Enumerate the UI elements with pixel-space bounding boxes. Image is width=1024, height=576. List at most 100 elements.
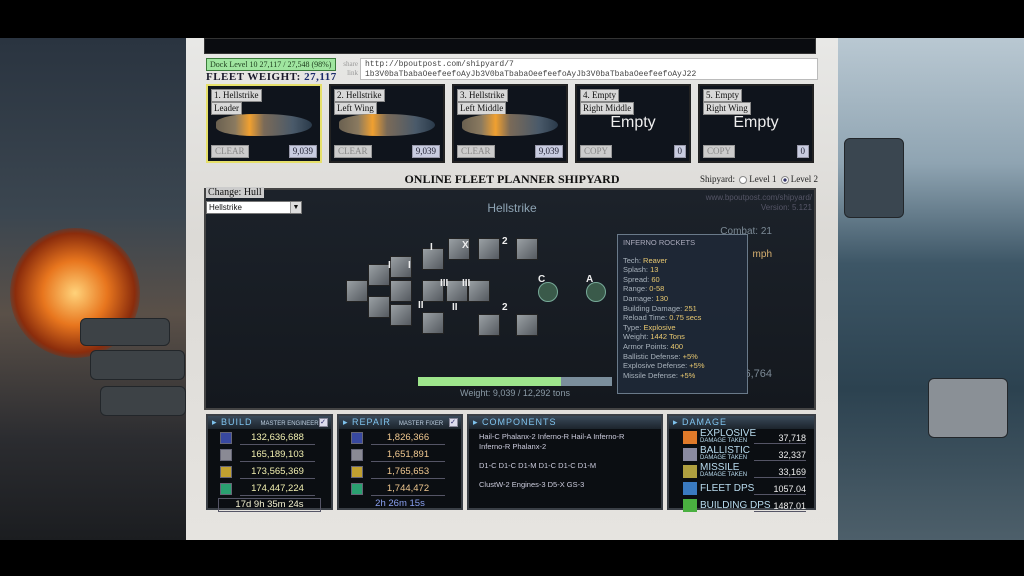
share-link-label: share link bbox=[343, 60, 358, 77]
clear-button[interactable]: CLEAR bbox=[457, 145, 495, 158]
tooltip-key: Missile Defense: bbox=[623, 370, 679, 380]
copy-button[interactable]: COPY bbox=[703, 145, 736, 158]
module-label: 2 bbox=[502, 236, 508, 247]
tooltip-key: Splash: bbox=[623, 265, 649, 275]
tooltip-value: 13 bbox=[650, 265, 659, 275]
tooltip-key: Range: bbox=[623, 284, 648, 294]
tooltip-line: Explosive Defense: +5% bbox=[623, 361, 742, 371]
ship-thumbnail bbox=[216, 114, 312, 136]
fleet-slot[interactable]: 1. Hellstrike Leader CLEAR 9,039 bbox=[206, 84, 322, 163]
repair-value: 1,826,366 bbox=[371, 431, 445, 445]
ship-module[interactable] bbox=[390, 304, 412, 326]
module-label: 2 bbox=[502, 302, 508, 313]
tooltip-line: Spread: 60 bbox=[623, 275, 742, 285]
crystal-icon bbox=[351, 483, 363, 495]
ship-module[interactable] bbox=[478, 314, 500, 336]
components-header: ▸ COMPONENTS bbox=[469, 416, 661, 429]
tooltip-line: Type: Explosive bbox=[623, 323, 742, 333]
tooltip-line: Ballistic Defense: +5% bbox=[623, 352, 742, 362]
share-link-field[interactable]: http://bpoutpost.com/shipyard/7 1b3V0baT… bbox=[360, 58, 818, 80]
ship-module[interactable] bbox=[346, 280, 368, 302]
radio-level-1[interactable] bbox=[739, 175, 748, 184]
tooltip-key: Building Damage: bbox=[623, 303, 683, 313]
tooltip-line: Armor Points: 400 bbox=[623, 342, 742, 352]
empty-label: Empty bbox=[733, 114, 779, 131]
repair-value: 1,651,891 bbox=[371, 448, 445, 462]
tooltip-line: Range: 0-58 bbox=[623, 284, 742, 294]
level-1-label[interactable]: Level 1 bbox=[749, 174, 776, 184]
tooltip-key: Spread: bbox=[623, 274, 650, 284]
ship-module[interactable] bbox=[422, 248, 444, 270]
tooltip-value: 0.75 secs bbox=[669, 313, 702, 323]
slot-name: 5. Empty bbox=[703, 89, 742, 102]
tooltip-key: Ballistic Defense: bbox=[623, 351, 681, 361]
ship-module[interactable] bbox=[422, 312, 444, 334]
build-value: 173,565,369 bbox=[240, 465, 315, 479]
checkbox-master-engineer[interactable]: ✓ bbox=[319, 418, 328, 427]
damage-panel: ▸ DAMAGE EXPLOSIVE DAMAGE TAKEN 37,718 BALL… bbox=[667, 414, 816, 512]
tooltip-value: 400 bbox=[670, 341, 684, 351]
level-2-label[interactable]: Level 2 bbox=[791, 174, 818, 184]
tooltip-key: Type: bbox=[623, 322, 642, 332]
module-label: II bbox=[452, 302, 458, 313]
ship-module[interactable] bbox=[468, 280, 490, 302]
tooltip-value: 60 bbox=[651, 274, 660, 284]
background-right-art bbox=[838, 38, 1024, 540]
fleet-slot[interactable]: 3. Hellstrike Left Middle CLEAR 9,039 bbox=[452, 84, 568, 163]
repair-row: 1,744,472 bbox=[339, 481, 461, 497]
share-url-line: http://bpoutpost.com/shipyard/7 bbox=[365, 60, 514, 69]
damage-label: EXPLOSIVE DAMAGE TAKEN bbox=[700, 429, 756, 445]
module-label: II bbox=[418, 300, 424, 311]
energy-icon bbox=[351, 466, 363, 478]
fleet-dps-icon bbox=[683, 482, 697, 495]
weight-progress-bar bbox=[418, 377, 612, 386]
weapons-components: Hail-C Phalanx-2 Inferno-R Hail-A Infern… bbox=[479, 432, 625, 451]
components-title: COMPONENTS bbox=[482, 417, 557, 427]
build-panel: ▸ BUILD MASTER ENGINEER ✓ 132,636,688 165,1… bbox=[206, 414, 333, 512]
ship-module[interactable] bbox=[516, 314, 538, 336]
video-letterbox-bottom bbox=[0, 540, 1024, 576]
module-label: III bbox=[462, 278, 471, 289]
damage-row: FLEET DPS 1057.04 bbox=[669, 481, 814, 497]
slot-name: 4. Empty bbox=[580, 89, 619, 102]
ship-module[interactable] bbox=[516, 238, 538, 260]
slot-name: 3. Hellstrike bbox=[457, 89, 508, 102]
tooltip-line: Building Damage: 251 bbox=[623, 304, 742, 314]
tooltip-value: Explosive bbox=[643, 322, 676, 332]
clear-button[interactable]: CLEAR bbox=[334, 145, 372, 158]
module-label: X bbox=[462, 240, 469, 251]
engine-slot[interactable] bbox=[586, 282, 606, 302]
damage-sublabel: DAMAGE TAKEN bbox=[700, 472, 748, 478]
module-label: I bbox=[408, 260, 411, 271]
version-info: www.bpoutpost.com/shipyard/Version: 5.12… bbox=[706, 193, 812, 213]
repair-header: ▸ REPAIR MASTER FIXER ✓ bbox=[339, 416, 461, 429]
fleet-slot[interactable]: 5. Empty Right Wing Empty COPY 0 bbox=[698, 84, 814, 163]
repair-row: 1,826,366 bbox=[339, 430, 461, 446]
fleet-slot[interactable]: 4. Empty Right Middle Empty COPY 0 bbox=[575, 84, 691, 163]
tooltip-value: +5% bbox=[682, 351, 698, 361]
ship-module[interactable] bbox=[368, 296, 390, 318]
tooltip-value: +5% bbox=[689, 361, 705, 371]
fleet-weight-label: FLEET WEIGHT: bbox=[206, 71, 301, 83]
radio-level-2[interactable] bbox=[780, 175, 789, 184]
tooltip-line: Damage: 130 bbox=[623, 294, 742, 304]
repair-title: REPAIR bbox=[352, 417, 391, 427]
build-title: BUILD bbox=[221, 417, 253, 427]
clear-button[interactable]: CLEAR bbox=[211, 145, 249, 158]
module-label: C bbox=[538, 274, 546, 285]
ship-module[interactable] bbox=[478, 238, 500, 260]
tooltip-key: Damage: bbox=[623, 293, 654, 303]
tooltip-line: Reload Time: 0.75 secs bbox=[623, 313, 742, 323]
tooltip-title: INFERNO ROCKETS bbox=[623, 238, 696, 247]
ship-module[interactable] bbox=[390, 280, 412, 302]
engine-slot[interactable] bbox=[538, 282, 558, 302]
ship-module[interactable] bbox=[368, 264, 390, 286]
turret-art bbox=[80, 318, 170, 346]
copy-button[interactable]: COPY bbox=[580, 145, 613, 158]
checkbox-master-fixer[interactable]: ✓ bbox=[449, 418, 458, 427]
fleet-weight-value: 27,117 bbox=[304, 71, 337, 83]
fleet-slot[interactable]: 2. Hellstrike Left Wing CLEAR 9,039 bbox=[329, 84, 445, 163]
damage-row: BUILDING DPS 1487.01 bbox=[669, 498, 814, 514]
build-row: 132,636,688 bbox=[208, 430, 331, 446]
damage-title: DAMAGE bbox=[682, 417, 728, 427]
